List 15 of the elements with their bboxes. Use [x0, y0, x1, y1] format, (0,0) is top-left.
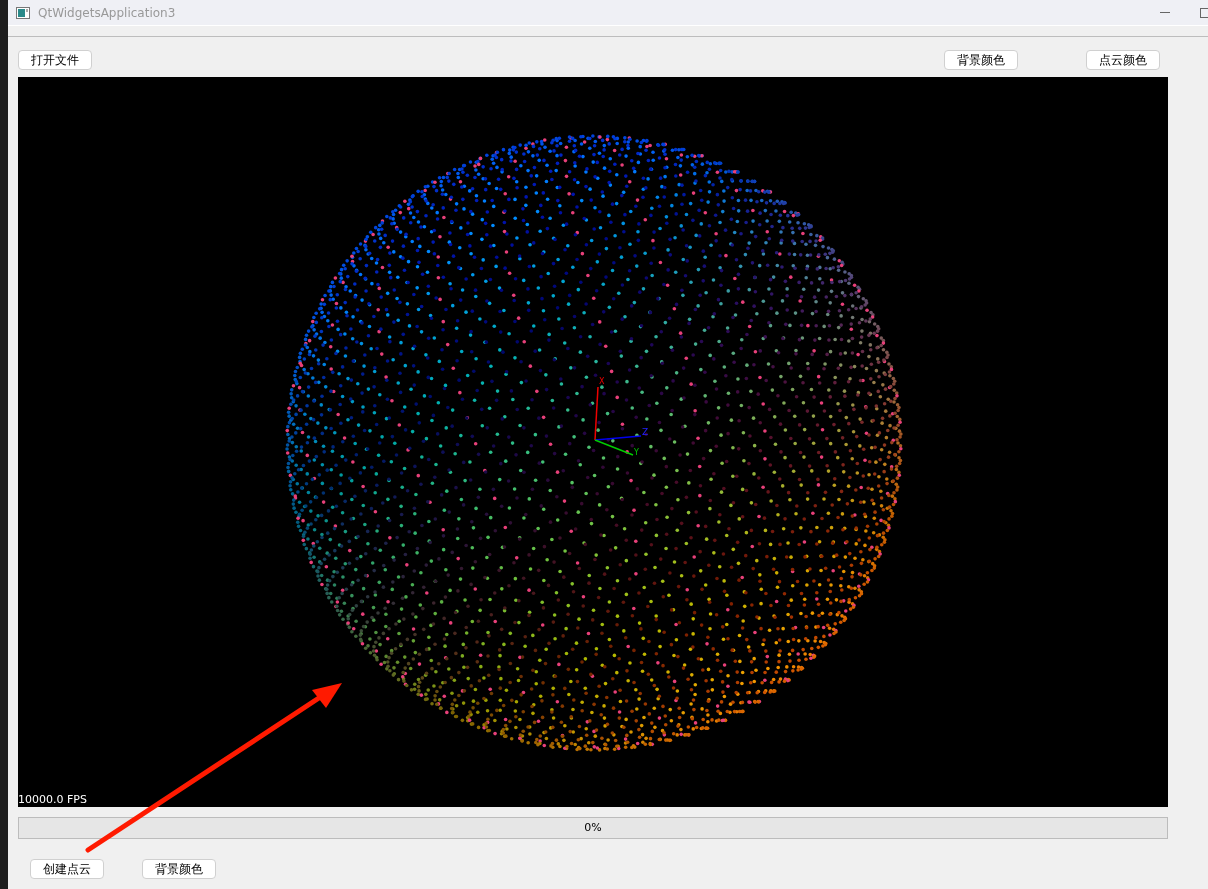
push-button[interactable]: 点云颜色 [1086, 50, 1160, 70]
window-title: QtWidgetsApplication3 [38, 4, 176, 22]
push-button[interactable]: 打开文件 [18, 50, 92, 70]
minimize-icon[interactable] [1160, 11, 1170, 14]
axis-label: Z [642, 428, 649, 437]
axis-label: X [599, 378, 605, 386]
point-cloud-viewport[interactable]: X Y Z 10000.0 FPS [18, 77, 1168, 807]
progress-text: 0% [584, 819, 602, 836]
fps-counter: 10000.0 FPS [18, 793, 87, 807]
push-button[interactable]: 创建点云 [30, 859, 104, 879]
app-icon [16, 6, 30, 19]
push-button[interactable]: 背景颜色 [142, 859, 216, 879]
axis-label: Y [634, 449, 639, 457]
maximize-icon[interactable] [1200, 7, 1208, 18]
push-button[interactable]: 背景颜色 [944, 50, 1018, 70]
